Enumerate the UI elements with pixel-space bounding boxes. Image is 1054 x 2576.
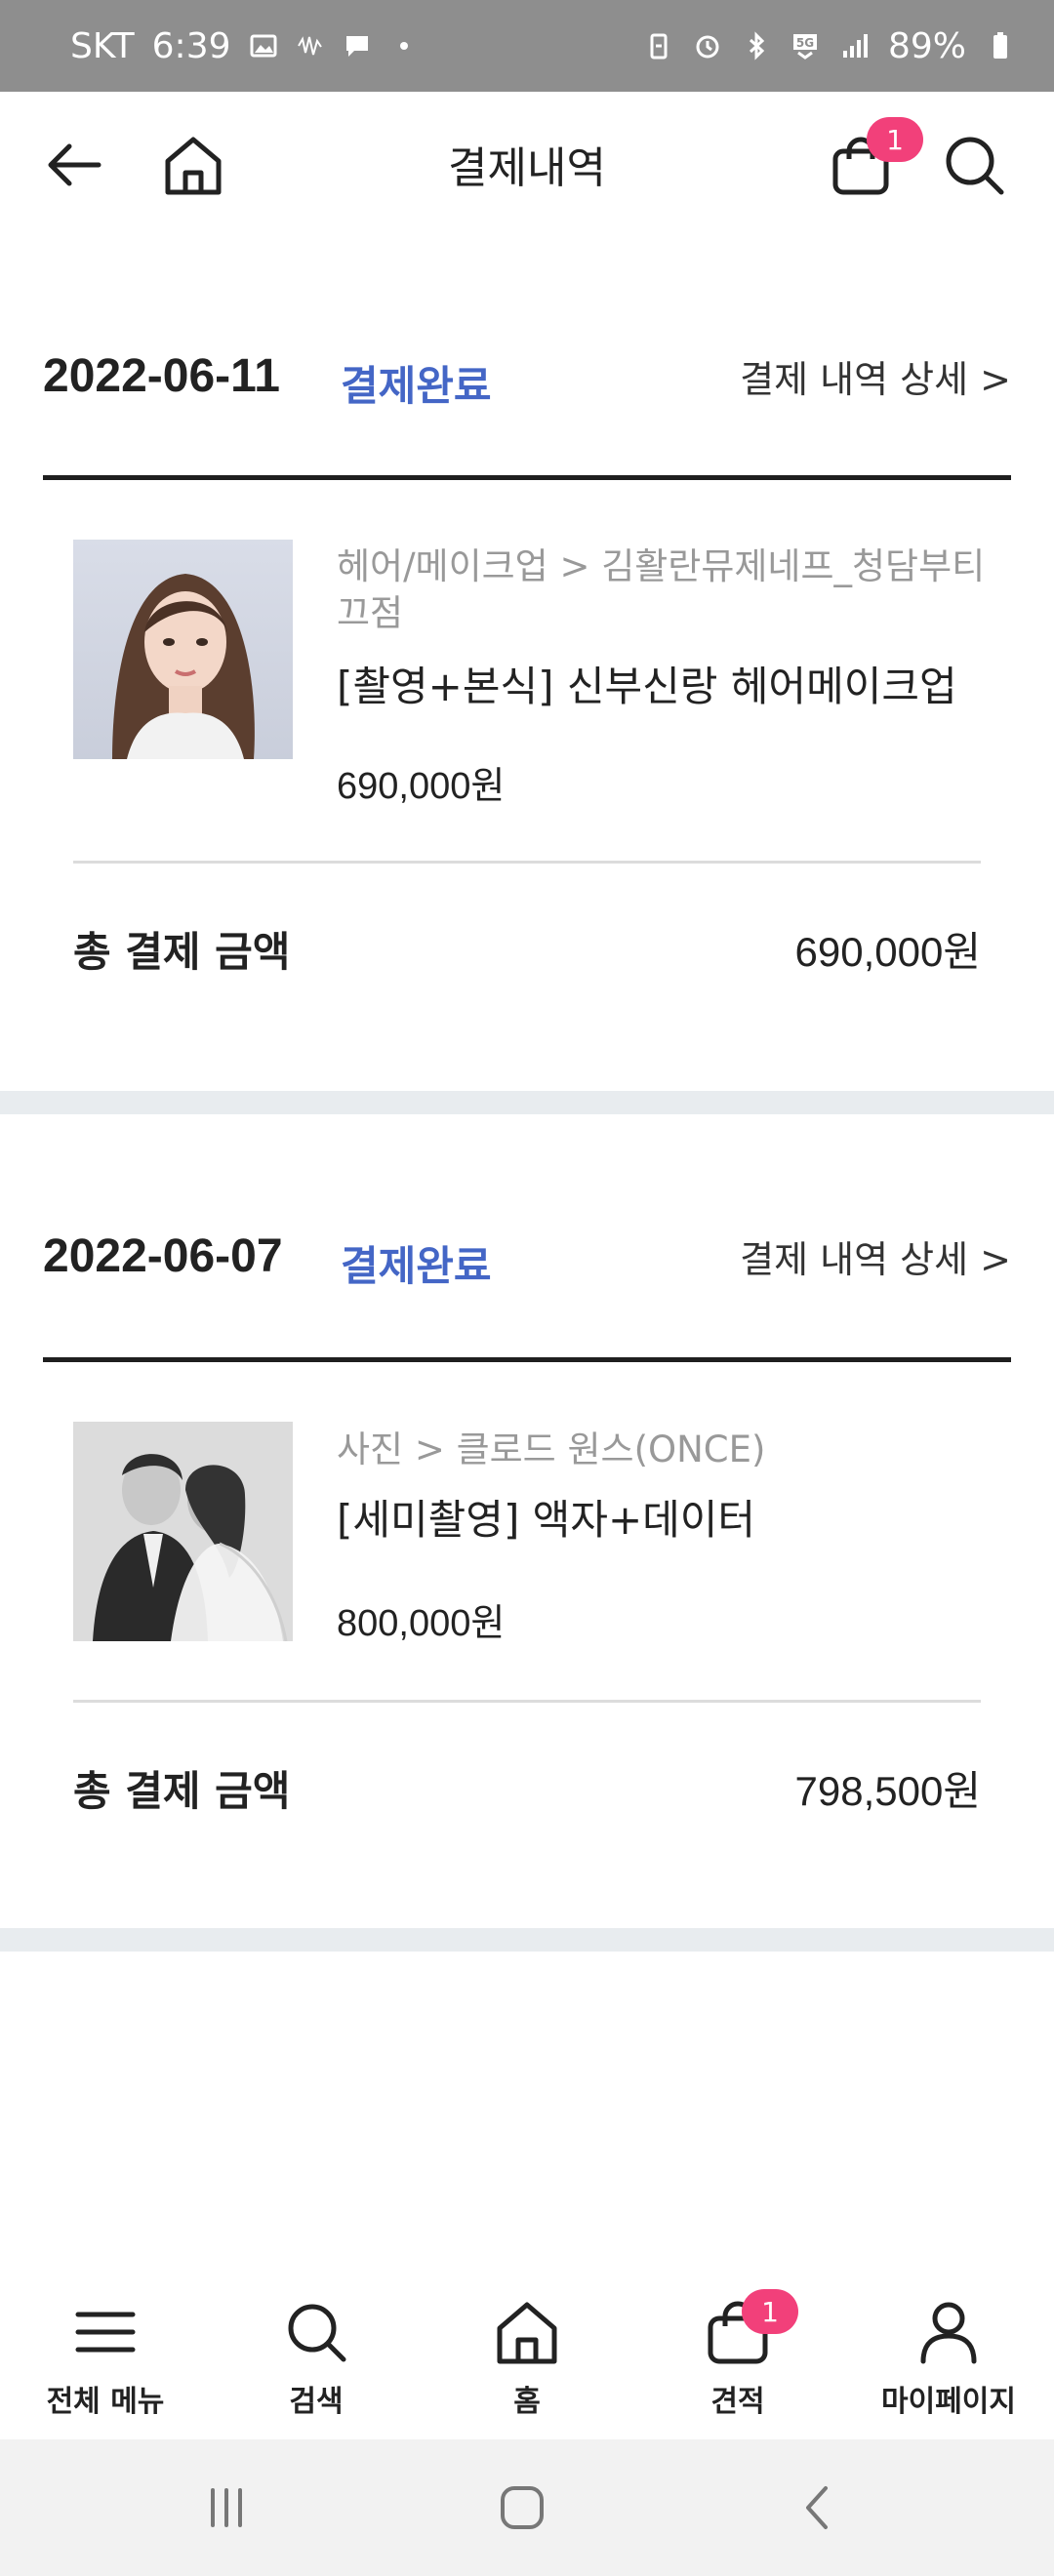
- tab-label: 검색: [289, 2385, 344, 2419]
- battery-percent: 89%: [887, 25, 966, 66]
- order-divider: [43, 1357, 1011, 1362]
- tab-home[interactable]: 홈: [422, 2293, 632, 2439]
- tab-label: 전체 메뉴: [46, 2385, 165, 2419]
- battery-saver-icon: [650, 33, 668, 60]
- order-date: 2022-06-11: [43, 350, 280, 402]
- order-detail-link[interactable]: 결제 내역 상세 >: [740, 1229, 1011, 1283]
- total-label: 총 결제 금액: [73, 928, 291, 976]
- svg-text:5G: 5G: [796, 36, 814, 50]
- tab-all-menu[interactable]: 전체 메뉴: [0, 2293, 211, 2439]
- item-divider: [73, 861, 981, 864]
- order-status: 결제완료: [341, 362, 492, 410]
- recent-apps-icon: [211, 2488, 242, 2527]
- order-divider: [43, 475, 1011, 480]
- home-icon: [497, 2302, 557, 2364]
- product-name[interactable]: [세미촬영] 액자+데이터: [337, 1487, 982, 1547]
- signal-wave-icon: [297, 36, 322, 56]
- app-header: 결제내역 1: [0, 92, 1054, 238]
- product-price: 690,000원: [337, 766, 506, 807]
- total-value: 690,000원: [794, 929, 981, 975]
- alarm-icon: [696, 35, 719, 59]
- item-divider: [73, 1700, 981, 1703]
- system-nav-bar: [0, 2439, 1054, 2576]
- 5g-icon: 5G: [792, 34, 817, 60]
- system-back-button[interactable]: [779, 2469, 857, 2547]
- estimate-badge: 1: [742, 2289, 798, 2334]
- product-thumbnail[interactable]: [73, 1422, 293, 1641]
- order-status: 결제완료: [341, 1242, 492, 1290]
- couple-photo-image: [73, 1422, 293, 1641]
- section-separator: [0, 1928, 1054, 1952]
- carrier-label: SKT: [70, 25, 135, 66]
- search-icon: [288, 2304, 346, 2362]
- product-name[interactable]: [촬영+본식] 신부신랑 헤어메이크업: [337, 654, 982, 713]
- tab-label: 마이페이지: [881, 2385, 1016, 2419]
- tab-label: 홈: [513, 2385, 541, 2419]
- total-value: 798,500원: [794, 1768, 981, 1814]
- chevron-left-icon: [806, 2486, 828, 2529]
- order-header: 2022-06-07 결제완료 결제 내역 상세 >: [43, 1202, 1011, 1319]
- section-separator: [0, 1091, 1054, 1114]
- product-category: 사진 > 클로드 원스(ONCE): [337, 1429, 766, 1470]
- bottom-tab-bar: 전체 메뉴 검색 홈 견적 1 마이페이지: [0, 2264, 1054, 2439]
- chat-icon: [345, 36, 368, 57]
- signal-bars-icon: [842, 34, 868, 58]
- tab-estimate[interactable]: 견적 1: [632, 2289, 843, 2439]
- search-icon: [946, 137, 1004, 195]
- order-date: 2022-06-07: [43, 1230, 283, 1282]
- menu-icon: [75, 2312, 136, 2353]
- bluetooth-icon: [749, 31, 765, 60]
- product-thumbnail[interactable]: [73, 540, 293, 759]
- product-category: 헤어/메이크업 > 김활란뮤제네프_청담부티끄점: [337, 545, 986, 634]
- order-header: 2022-06-11 결제완료 결제 내역 상세 >: [43, 322, 1011, 439]
- system-home-button[interactable]: [483, 2469, 561, 2547]
- recent-apps-button[interactable]: [187, 2469, 265, 2547]
- system-home-icon: [501, 2486, 544, 2529]
- total-label: 총 결제 금액: [73, 1767, 291, 1815]
- image-icon: [250, 34, 276, 58]
- product-price: 800,000원: [337, 1603, 506, 1644]
- tab-label: 견적: [710, 2385, 765, 2419]
- search-button[interactable]: [935, 126, 1013, 204]
- tab-search[interactable]: 검색: [211, 2293, 422, 2439]
- status-bar: SKT 6:39 5G 89%: [0, 0, 1054, 92]
- order-detail-link[interactable]: 결제 내역 상세 >: [740, 349, 1011, 403]
- battery-icon: [993, 32, 1007, 59]
- clock: 6:39: [151, 25, 231, 66]
- bride-portrait-image: [73, 540, 293, 759]
- dot-icon: [399, 42, 408, 50]
- order-card: 2022-06-07 결제완료 결제 내역 상세 > 사진 > 클로드 원스(O…: [0, 1202, 1054, 1928]
- tab-mypage[interactable]: 마이페이지: [843, 2293, 1054, 2439]
- person-icon: [920, 2302, 977, 2364]
- order-card: 2022-06-11 결제완료 결제 내역 상세 > 헤어/메이크업 > 김활란…: [0, 322, 1054, 1091]
- cart-badge: 1: [867, 117, 923, 162]
